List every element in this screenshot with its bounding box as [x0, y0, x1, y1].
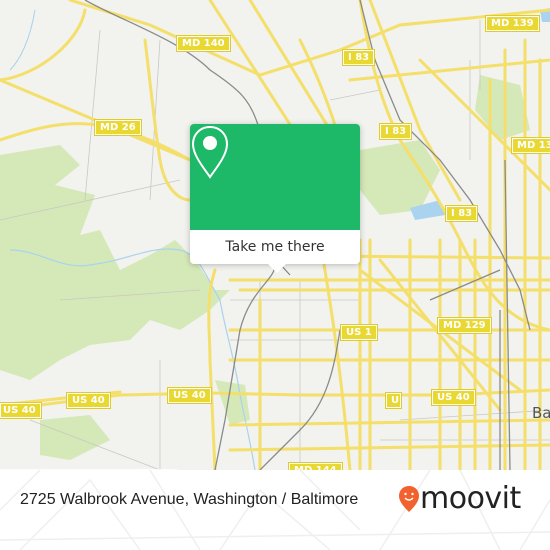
location-pin-icon [191, 125, 229, 179]
route-shield-us40: US 40 [431, 389, 476, 406]
park-area [475, 75, 530, 140]
footer: 2725 Walbrook Avenue, Washington / Balti… [0, 470, 550, 550]
stream [9, 9, 36, 71]
popup-header [190, 124, 360, 230]
popup-pointer [268, 264, 286, 273]
moovit-pin-icon [399, 486, 419, 512]
route-shield-us40: U [384, 392, 403, 409]
moovit-logo: moovit [398, 484, 521, 514]
map[interactable]: MD 140 MD 26 MD 139 MD 139 I 83 I 83 I 8… [0, 0, 550, 470]
route-shield-md139: MD 139 [485, 15, 540, 32]
city-label: Ba [532, 404, 550, 422]
route-shield-i83: I 83 [341, 49, 376, 66]
route-shield-md140: MD 140 [176, 35, 231, 52]
route-shield-md139: MD 139 [511, 137, 550, 154]
route-shield-md129: MD 129 [437, 317, 492, 334]
route-shield-md144: MD 144 [288, 462, 343, 470]
moovit-wordmark: moovit [420, 481, 521, 516]
route-shield-us1: US 1 [340, 324, 378, 341]
destination-popup: Take me there [190, 124, 360, 273]
route-shield-us40: US 40 [66, 392, 111, 409]
take-me-there-button[interactable]: Take me there [190, 230, 360, 264]
address-text: 2725 Walbrook Avenue, Washington / Balti… [20, 491, 359, 508]
route-shield-us40: US 40 [0, 402, 42, 419]
route-shield-i83: I 83 [444, 205, 479, 222]
route-shield-us40: US 40 [167, 387, 212, 404]
route-shield-i83: I 83 [378, 123, 413, 140]
route-shield-md26: MD 26 [94, 119, 142, 136]
